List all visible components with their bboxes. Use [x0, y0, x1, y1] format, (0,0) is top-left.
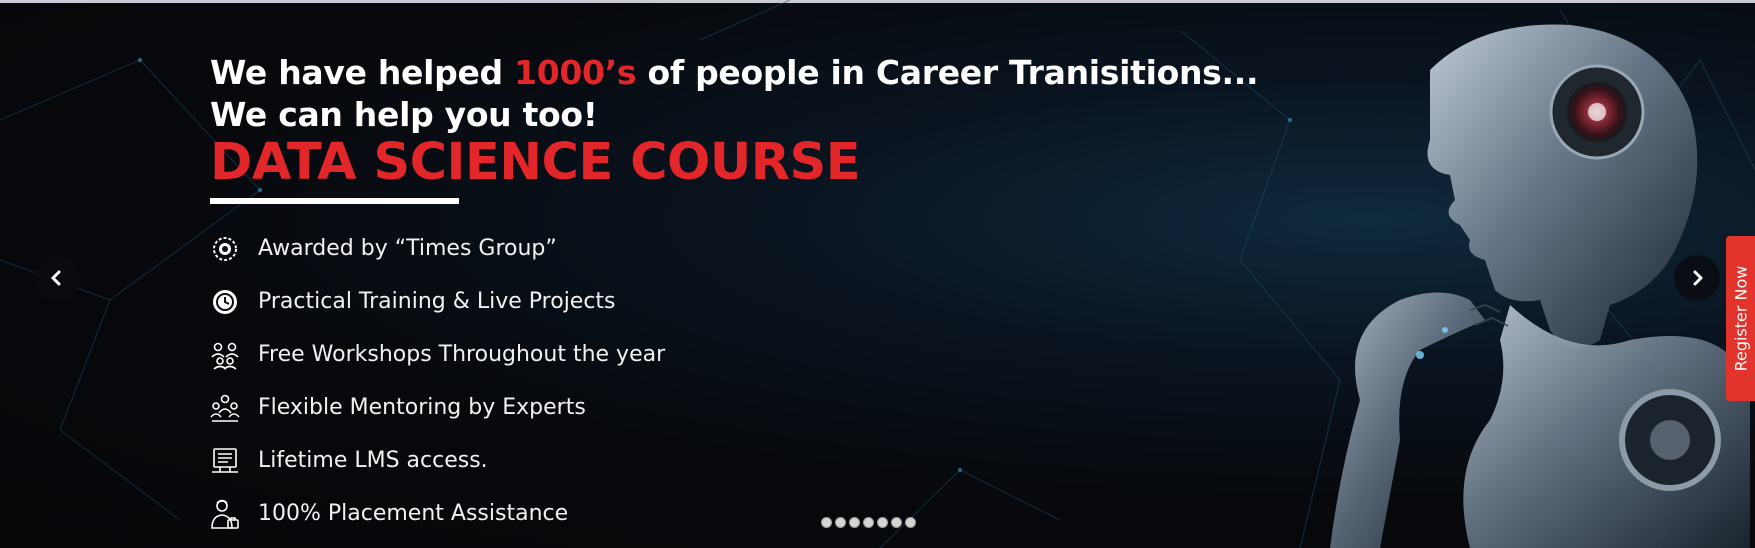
slider-dot[interactable] — [891, 517, 902, 528]
slider-dot[interactable] — [821, 517, 832, 528]
course-title: DATA SCIENCE COURSE — [210, 133, 861, 192]
hero-banner: We have helped 1000’s of people in Caree… — [0, 0, 1755, 548]
headline: We have helped 1000’s of people in Caree… — [210, 52, 1260, 136]
feature-item: Lifetime LMS access. — [209, 434, 665, 487]
register-now-tab[interactable]: Register Now — [1726, 236, 1755, 401]
feature-text: Flexible Mentoring by Experts — [258, 395, 586, 420]
feature-item: Practical Training & Live Projects — [209, 275, 665, 328]
slider-dot[interactable] — [835, 517, 846, 528]
feature-text: Lifetime LMS access. — [258, 448, 488, 473]
feature-text: Practical Training & Live Projects — [258, 289, 616, 314]
mentoring-group-icon — [209, 392, 241, 424]
feature-text: Awarded by “Times Group” — [258, 236, 557, 261]
headline-line-1: We have helped 1000’s of people in Caree… — [210, 52, 1260, 94]
feature-item: Flexible Mentoring by Experts — [209, 381, 665, 434]
register-now-label: Register Now — [1731, 265, 1750, 372]
slider-dot[interactable] — [877, 517, 888, 528]
slider-dot[interactable] — [849, 517, 860, 528]
chevron-left-icon — [51, 270, 61, 286]
slider-dot[interactable] — [905, 517, 916, 528]
clock-icon — [209, 286, 241, 318]
feature-list: Awarded by “Times Group” Practical Train… — [209, 222, 665, 540]
title-underline — [210, 198, 459, 204]
headline-line-2: We can help you too! — [210, 95, 598, 134]
chevron-right-icon — [1693, 270, 1703, 286]
headline-highlight: 1000’s — [514, 53, 637, 92]
placement-person-icon — [209, 498, 241, 530]
headline-text-end: of people in Career Tranisitions... — [636, 53, 1259, 92]
headline-text-start: We have helped — [210, 53, 515, 92]
award-badge-icon — [209, 233, 241, 265]
feature-text: 100% Placement Assistance — [258, 501, 569, 526]
slider-dots — [821, 517, 916, 528]
feature-item: Awarded by “Times Group” — [209, 222, 665, 275]
next-slide-button[interactable] — [1674, 255, 1720, 301]
feature-item: 100% Placement Assistance — [209, 487, 665, 540]
workshop-people-icon — [209, 339, 241, 371]
feature-text: Free Workshops Throughout the year — [258, 342, 666, 367]
slider-dot[interactable] — [863, 517, 874, 528]
feature-item: Free Workshops Throughout the year — [209, 328, 665, 381]
lms-screen-icon — [209, 445, 241, 477]
prev-slide-button[interactable] — [34, 255, 80, 301]
